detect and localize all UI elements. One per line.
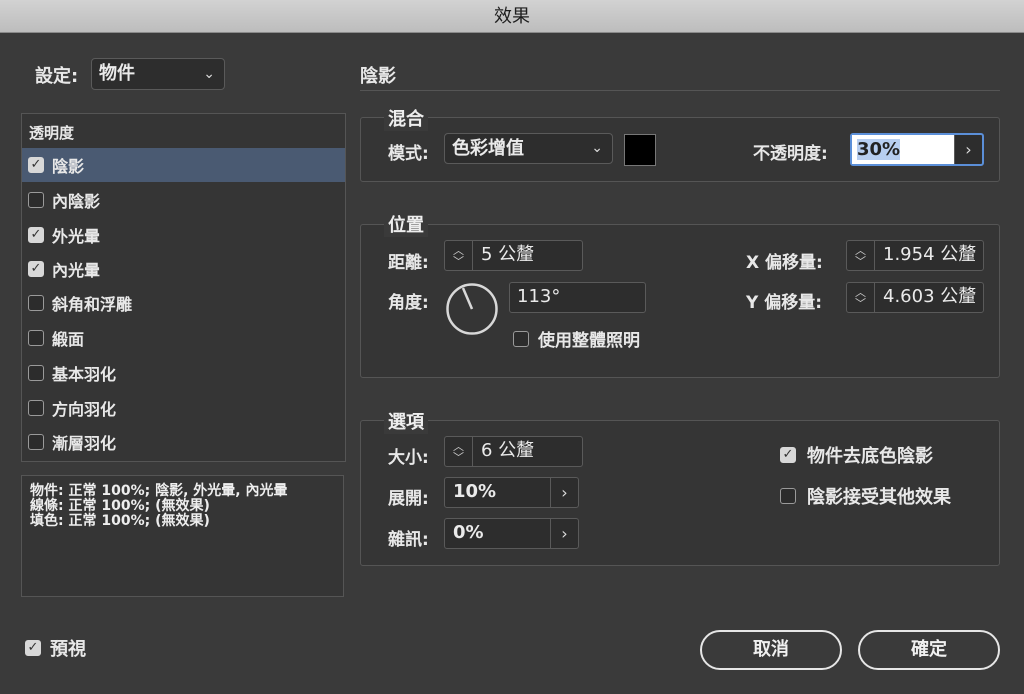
options-group-title: 選項 bbox=[384, 408, 428, 434]
knock-out-label: 物件去底色陰影 bbox=[807, 446, 933, 467]
shadow-color-swatch[interactable] bbox=[624, 134, 656, 166]
cancel-button-label: 取消 bbox=[753, 639, 789, 660]
sidebar-item-inner-shadow[interactable]: 內陰影 bbox=[22, 183, 345, 217]
angle-dial[interactable] bbox=[445, 282, 499, 336]
preview-label: 預視 bbox=[50, 639, 86, 660]
sidebar-item-label: 漸層羽化 bbox=[52, 434, 117, 453]
noise-label: 雜訊: bbox=[388, 530, 429, 550]
sidebar-item-drop-shadow[interactable]: ✓ 陰影 bbox=[22, 148, 345, 182]
sidebar-item-inner-glow[interactable]: ✓ 內光暈 bbox=[22, 252, 345, 286]
angle-label: 角度: bbox=[388, 293, 429, 313]
y-offset-stepper[interactable]: ︿ ﹀ 4.603 公釐 bbox=[846, 282, 984, 313]
use-global-light-label: 使用整體照明 bbox=[538, 331, 640, 351]
x-offset-label: X 偏移量: bbox=[746, 253, 823, 273]
stepper-arrows-icon[interactable]: ︿ ﹀ bbox=[445, 241, 473, 270]
checkbox[interactable] bbox=[28, 434, 44, 450]
sidebar-item-label: 斜角和浮雕 bbox=[52, 295, 133, 314]
checkbox[interactable] bbox=[28, 400, 44, 416]
sidebar-item-basic-feather[interactable]: 基本羽化 bbox=[22, 356, 345, 390]
settings-label: 設定: bbox=[35, 66, 79, 87]
size-value[interactable]: 6 公釐 bbox=[473, 437, 534, 466]
checkbox[interactable]: ✓ bbox=[780, 447, 796, 463]
size-stepper[interactable]: ︿ ﹀ 6 公釐 bbox=[444, 436, 583, 467]
distance-value[interactable]: 5 公釐 bbox=[473, 241, 534, 270]
sidebar-item-label: 內光暈 bbox=[52, 261, 101, 280]
checkbox[interactable]: ✓ bbox=[25, 640, 41, 656]
y-offset-label: Y 偏移量: bbox=[746, 293, 823, 313]
cancel-button[interactable]: 取消 bbox=[700, 630, 842, 670]
panel-title: 陰影 bbox=[360, 66, 396, 87]
summary-line: 線條: 正常 100%; (無效果) bbox=[30, 498, 210, 514]
chevron-down-icon: ⌄ bbox=[591, 140, 603, 156]
sidebar-item-satin[interactable]: 緞面 bbox=[22, 321, 345, 355]
sidebar-item-label: 內陰影 bbox=[52, 192, 101, 211]
honor-effects-label: 陰影接受其他效果 bbox=[807, 487, 951, 508]
opacity-field[interactable]: 30% › bbox=[850, 133, 984, 166]
sidebar-item-directional-feather[interactable]: 方向羽化 bbox=[22, 391, 345, 425]
distance-label: 距離: bbox=[388, 253, 429, 273]
checkbox[interactable]: ✓ bbox=[28, 227, 44, 243]
opacity-arrow-button[interactable]: › bbox=[954, 135, 982, 164]
blend-group-title: 混合 bbox=[384, 105, 428, 131]
spread-label: 展開: bbox=[388, 489, 429, 509]
noise-value[interactable]: 0% bbox=[445, 519, 550, 548]
checkbox[interactable]: ✓ bbox=[28, 261, 44, 277]
stepper-arrows-icon[interactable]: ︿ ﹀ bbox=[847, 241, 875, 270]
sidebar-item-label: 外光暈 bbox=[52, 227, 101, 246]
checkbox[interactable]: ✓ bbox=[28, 157, 44, 173]
settings-select[interactable]: 物件 ⌄ bbox=[91, 58, 225, 90]
position-group-title: 位置 bbox=[384, 211, 428, 237]
ok-button[interactable]: 確定 bbox=[858, 630, 1000, 670]
y-offset-value[interactable]: 4.603 公釐 bbox=[875, 283, 976, 312]
sidebar-item-outer-glow[interactable]: ✓ 外光暈 bbox=[22, 218, 345, 252]
size-label: 大小: bbox=[388, 448, 429, 468]
blend-mode-value: 色彩增值 bbox=[452, 138, 524, 159]
knock-out-toggle[interactable]: ✓ 物件去底色陰影 bbox=[780, 442, 933, 468]
opacity-label: 不透明度: bbox=[753, 144, 828, 164]
spread-arrow-button[interactable]: › bbox=[550, 478, 578, 507]
summary-line: 填色: 正常 100%; (無效果) bbox=[30, 513, 210, 529]
divider bbox=[360, 90, 1000, 91]
stepper-arrows-icon[interactable]: ︿ ﹀ bbox=[445, 437, 473, 466]
summary-line: 物件: 正常 100%; 陰影, 外光暈, 內光暈 bbox=[30, 483, 288, 499]
angle-field[interactable]: 113° bbox=[509, 282, 646, 313]
ok-button-label: 確定 bbox=[911, 639, 947, 660]
effects-summary: 物件: 正常 100%; 陰影, 外光暈, 內光暈 線條: 正常 100%; (… bbox=[21, 475, 344, 597]
checkbox[interactable] bbox=[513, 330, 529, 347]
angle-value[interactable]: 113° bbox=[517, 286, 560, 307]
sidebar-item-label: 陰影 bbox=[52, 157, 85, 176]
checkbox[interactable] bbox=[28, 365, 44, 381]
checkbox[interactable] bbox=[28, 330, 44, 346]
preview-toggle[interactable]: ✓ 預視 bbox=[25, 635, 86, 661]
sidebar-item-label: 方向羽化 bbox=[52, 400, 117, 419]
settings-select-value: 物件 bbox=[99, 63, 135, 84]
checkbox[interactable] bbox=[780, 488, 796, 504]
honor-effects-toggle[interactable]: 陰影接受其他效果 bbox=[780, 483, 951, 509]
stepper-arrows-icon[interactable]: ︿ ﹀ bbox=[847, 283, 875, 312]
sidebar-item-label: 基本羽化 bbox=[52, 365, 117, 384]
x-offset-stepper[interactable]: ︿ ﹀ 1.954 公釐 bbox=[846, 240, 984, 271]
sidebar-item-gradient-feather[interactable]: 漸層羽化 bbox=[22, 425, 345, 459]
noise-combo[interactable]: 0% › bbox=[444, 518, 579, 549]
sidebar-item-bevel-emboss[interactable]: 斜角和浮雕 bbox=[22, 286, 345, 320]
checkbox[interactable] bbox=[28, 295, 44, 311]
opacity-value[interactable]: 30% bbox=[857, 139, 901, 160]
blend-mode-select[interactable]: 色彩增值 ⌄ bbox=[444, 133, 613, 164]
window-title: 效果 bbox=[494, 6, 530, 27]
use-global-light-toggle[interactable]: 使用整體照明 bbox=[513, 326, 640, 351]
chevron-down-icon: ⌄ bbox=[203, 66, 215, 82]
distance-stepper[interactable]: ︿ ﹀ 5 公釐 bbox=[444, 240, 583, 271]
spread-combo[interactable]: 10% › bbox=[444, 477, 579, 508]
checkbox[interactable] bbox=[28, 192, 44, 208]
sidebar-item-label: 緞面 bbox=[52, 330, 85, 349]
window-titlebar: 效果 bbox=[0, 0, 1024, 33]
transparency-header[interactable]: 透明度 bbox=[29, 122, 74, 143]
blend-mode-label: 模式: bbox=[388, 144, 429, 164]
noise-arrow-button[interactable]: › bbox=[550, 519, 578, 548]
spread-value[interactable]: 10% bbox=[445, 478, 550, 507]
x-offset-value[interactable]: 1.954 公釐 bbox=[875, 241, 976, 270]
